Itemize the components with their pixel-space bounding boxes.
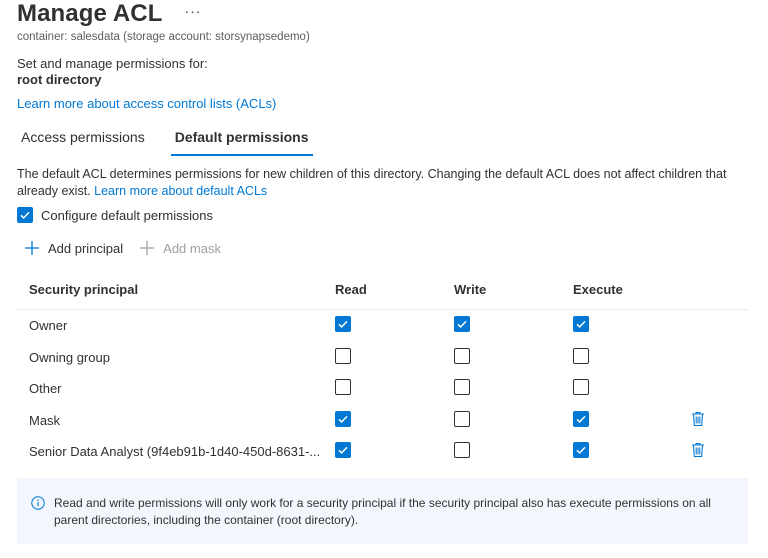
add-principal-button[interactable]: Add principal xyxy=(24,240,123,256)
checkmark-icon xyxy=(338,320,348,328)
permissions-table: Security principal Read Write Execute Ow… xyxy=(17,272,748,468)
read-checkbox[interactable] xyxy=(335,347,351,364)
table-row: Senior Data Analyst (9f4eb91b-1d40-450d-… xyxy=(17,436,748,468)
info-banner: Read and write permissions will only wor… xyxy=(17,478,748,544)
checkmark-icon xyxy=(457,320,467,328)
write-checkbox[interactable] xyxy=(454,379,470,396)
write-checkbox[interactable] xyxy=(454,410,470,427)
column-header-principal: Security principal xyxy=(29,282,139,297)
tab-bar: Access permissions Default permissions xyxy=(17,124,313,156)
execute-checkbox[interactable] xyxy=(573,316,589,332)
table-header: Security principal Read Write Execute xyxy=(17,272,748,310)
learn-more-default-acl-link[interactable]: Learn more about default ACLs xyxy=(94,184,267,198)
execute-checkbox[interactable] xyxy=(573,410,589,427)
tab-access-permissions[interactable]: Access permissions xyxy=(17,124,149,156)
set-permissions-label: Set and manage permissions for: xyxy=(17,56,208,71)
table-row: Owner xyxy=(17,310,748,342)
add-mask-button[interactable]: Add mask xyxy=(139,240,221,256)
add-mask-label: Add mask xyxy=(163,240,221,256)
checkmark-icon xyxy=(338,447,348,455)
execute-checkbox[interactable] xyxy=(573,379,589,396)
plus-icon xyxy=(140,241,155,255)
page-title: Manage ACL xyxy=(17,0,163,27)
more-icon[interactable]: ··· xyxy=(184,3,201,19)
column-header-execute: Execute xyxy=(573,282,623,297)
read-checkbox[interactable] xyxy=(335,442,351,459)
checkmark-icon xyxy=(338,415,348,423)
checkmark-icon xyxy=(576,320,586,328)
trash-icon[interactable] xyxy=(691,442,705,458)
toolbar: Add principal Add mask xyxy=(24,240,221,256)
configure-default-permissions[interactable]: Configure default permissions xyxy=(17,207,213,223)
add-principal-label: Add principal xyxy=(48,240,124,256)
table-row: Mask xyxy=(17,405,748,437)
write-checkbox[interactable] xyxy=(454,347,470,364)
checkmark-icon xyxy=(576,447,586,455)
trash-icon[interactable] xyxy=(691,411,705,427)
default-acl-description: The default ACL determines permissions f… xyxy=(17,166,757,200)
plus-icon xyxy=(25,241,39,255)
table-body: Owner Owning group Other Mask Senior Data An… xyxy=(17,310,748,468)
configure-default-label: Configure default permissions xyxy=(41,207,213,223)
checkmark-icon xyxy=(20,211,30,219)
info-text: Read and write permissions will only wor… xyxy=(54,496,711,527)
read-checkbox[interactable] xyxy=(335,316,351,332)
column-header-write: Write xyxy=(454,282,487,297)
execute-checkbox[interactable] xyxy=(573,442,589,459)
table-row: Owning group xyxy=(17,342,748,374)
principal-name: Owner xyxy=(29,318,68,333)
configure-default-checkbox[interactable] xyxy=(17,207,33,223)
principal-name: Senior Data Analyst (9f4eb91b-1d40-450d-… xyxy=(29,444,321,460)
read-checkbox[interactable] xyxy=(335,379,351,396)
container-subtitle: container: salesdata (storage account: s… xyxy=(17,31,310,43)
tab-default-permissions[interactable]: Default permissions xyxy=(170,124,313,156)
write-checkbox[interactable] xyxy=(454,316,470,332)
write-checkbox[interactable] xyxy=(454,442,470,459)
checkmark-icon xyxy=(576,415,586,423)
read-checkbox[interactable] xyxy=(335,410,351,427)
target-name: root directory xyxy=(17,72,102,87)
principal-name: Owning group xyxy=(29,349,110,365)
principal-name: Mask xyxy=(29,412,61,428)
learn-more-acl-link[interactable]: Learn more about access control lists (A… xyxy=(17,96,276,111)
execute-checkbox[interactable] xyxy=(573,347,589,364)
table-row: Other xyxy=(17,373,748,405)
column-header-read: Read xyxy=(335,282,367,297)
principal-name: Other xyxy=(29,381,62,397)
info-icon xyxy=(31,496,45,510)
title-row: Manage ACL ··· xyxy=(17,0,201,28)
